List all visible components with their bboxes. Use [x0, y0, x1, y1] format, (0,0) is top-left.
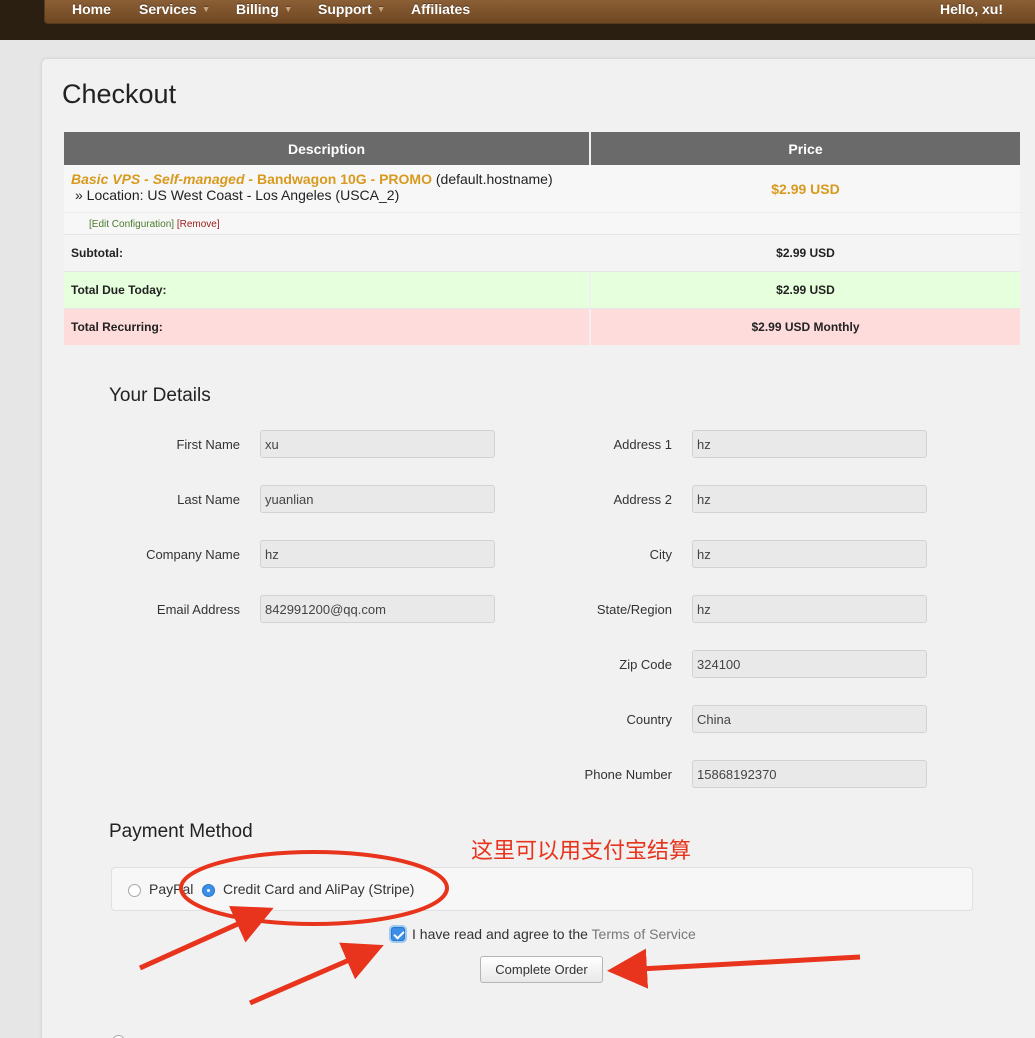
state-label: State/Region — [596, 602, 672, 617]
address2-field[interactable] — [692, 485, 927, 513]
cart-header: Description Price — [64, 132, 1020, 165]
user-greeting[interactable]: Hello, xu! — [940, 1, 1003, 17]
product-description: Basic VPS - Self-managed - Bandwagon 10G… — [64, 165, 589, 212]
col-price-header: Price — [591, 132, 1020, 165]
state-field[interactable] — [692, 595, 927, 623]
top-bar: Home Services ▼ Billing ▼ Support ▼ Affilia… — [0, 0, 1035, 40]
cart-actions-row: [Edit Configuration] [Remove] — [64, 212, 1020, 234]
last-name-field[interactable] — [260, 485, 495, 513]
product-group: Bandwagon 10G - PROMO — [256, 171, 432, 187]
tos-text: I have read and agree to the Terms of Se… — [412, 926, 696, 942]
complete-order-button[interactable]: Complete Order — [480, 956, 603, 983]
total-recurring-label: Total Recurring: — [64, 309, 589, 345]
subtotal-row: Subtotal: $2.99 USD — [64, 234, 1020, 271]
company-name-label: Company Name — [146, 547, 240, 562]
stripe-label[interactable]: Credit Card and AliPay (Stripe) — [223, 881, 414, 897]
paypal-radio[interactable] — [128, 884, 141, 897]
checkout-panel: Checkout Description Price Basic VPS - S… — [42, 59, 1035, 1038]
first-name-field[interactable] — [260, 430, 495, 458]
address2-label: Address 2 — [613, 492, 672, 507]
phone-number-field[interactable] — [692, 760, 927, 788]
main-navbar: Home Services ▼ Billing ▼ Support ▼ Affilia… — [44, 0, 1035, 24]
city-field[interactable] — [692, 540, 927, 568]
total-recurring-row: Total Recurring: $2.99 USD Monthly — [64, 308, 1020, 345]
zip-code-field[interactable] — [692, 650, 927, 678]
paypal-label[interactable]: PayPal — [149, 881, 193, 897]
zip-code-label: Zip Code — [619, 657, 672, 672]
subtotal-value: $2.99 USD — [776, 246, 835, 260]
nav-billing-label: Billing — [236, 1, 279, 17]
email-label: Email Address — [156, 602, 240, 617]
terms-of-service-link[interactable]: Terms of Service — [592, 926, 696, 942]
nav-billing[interactable]: Billing ▼ — [236, 1, 293, 17]
total-due-row: Total Due Today: $2.99 USD — [64, 271, 1020, 308]
address1-label: Address 1 — [613, 437, 672, 452]
email-field[interactable] — [260, 595, 495, 623]
product-location: » Location: US West Coast - Los Angeles … — [75, 187, 400, 203]
phone-number-label: Phone Number — [584, 767, 672, 782]
edit-configuration-link[interactable]: [Edit Configuration] — [89, 219, 174, 230]
payment-method-box: PayPal Credit Card and AliPay (Stripe) — [111, 867, 973, 911]
nav-affiliates[interactable]: Affiliates — [411, 1, 470, 17]
nav-support-label: Support — [318, 1, 372, 17]
total-recurring-value: $2.99 USD Monthly — [591, 309, 1020, 345]
stripe-radio[interactable] — [202, 884, 215, 897]
nav-services[interactable]: Services ▼ — [139, 1, 211, 17]
product-hostname: (default.hostname) — [435, 171, 553, 187]
caret-down-icon: ▼ — [376, 4, 386, 14]
product-separator: - — [244, 171, 257, 187]
address1-field[interactable] — [692, 430, 927, 458]
caret-down-icon: ▼ — [201, 4, 211, 14]
payment-method-title: Payment Method — [109, 821, 253, 842]
remove-link[interactable]: [Remove] — [177, 219, 220, 230]
tos-prefix: I have read and agree to the — [412, 926, 592, 942]
product-price: $2.99 USD — [771, 180, 840, 197]
cart-table: Description Price Basic VPS - Self-manag… — [64, 132, 1020, 345]
nav-home[interactable]: Home — [72, 1, 111, 17]
first-name-label: First Name — [176, 437, 240, 452]
country-field[interactable] — [692, 705, 927, 733]
nav-services-label: Services — [139, 1, 197, 17]
total-due-value: $2.99 USD — [591, 272, 1020, 308]
city-label: City — [649, 547, 672, 562]
tos-checkbox[interactable] — [391, 927, 405, 941]
your-details-title: Your Details — [109, 385, 211, 406]
product-price-cell: $2.99 USD — [591, 165, 1020, 212]
product-name: Basic VPS - Self-managed — [71, 171, 245, 187]
page-title: Checkout — [62, 79, 177, 109]
nav-support[interactable]: Support ▼ — [318, 1, 386, 17]
company-name-field[interactable] — [260, 540, 495, 568]
subtotal-label: Subtotal: — [71, 246, 123, 260]
cart-product-row: Basic VPS - Self-managed - Bandwagon 10G… — [64, 165, 1020, 212]
total-due-label: Total Due Today: — [64, 272, 589, 308]
country-label: Country — [626, 712, 672, 727]
annotation-text: 这里可以用支付宝结算 — [471, 839, 692, 864]
caret-down-icon: ▼ — [283, 4, 293, 14]
last-name-label: Last Name — [177, 492, 240, 507]
col-description-header: Description — [64, 132, 589, 165]
